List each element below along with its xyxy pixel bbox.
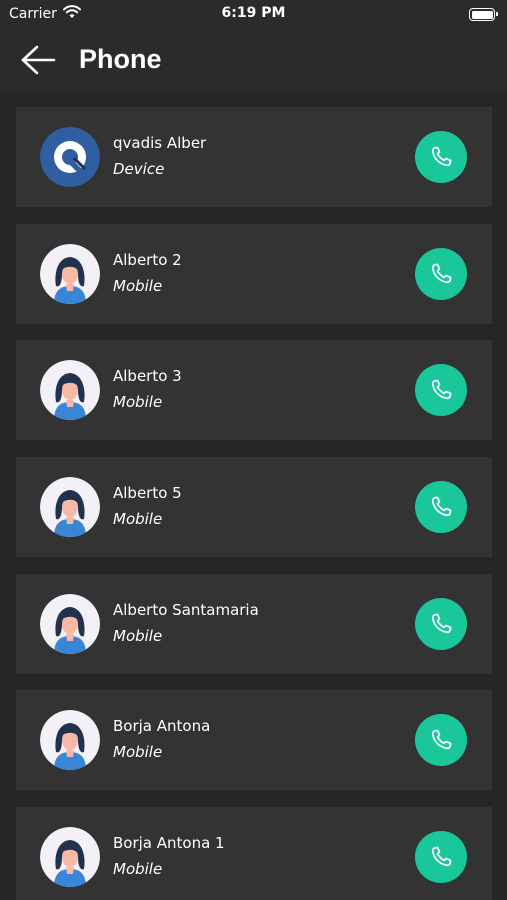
contact-text: Alberto 3 Mobile xyxy=(113,366,182,412)
contact-row[interactable]: Alberto Santamaria Mobile xyxy=(16,574,492,674)
contact-name: Alberto 2 xyxy=(113,251,182,269)
call-button[interactable] xyxy=(415,598,467,650)
status-time: 6:19 PM xyxy=(221,5,286,21)
contact-name: Borja Antona xyxy=(113,717,211,735)
contact-row[interactable]: Borja Antona Mobile xyxy=(16,690,492,790)
contact-text: Borja Antona Mobile xyxy=(113,716,210,762)
app-header: Phone xyxy=(0,28,507,92)
contact-text: Borja Antona 1 Mobile xyxy=(113,833,225,879)
phone-icon xyxy=(428,261,454,287)
call-button[interactable] xyxy=(415,831,467,883)
phone-icon xyxy=(428,377,454,403)
avatar xyxy=(40,360,100,420)
contact-row[interactable]: Alberto 3 Mobile xyxy=(16,340,492,440)
contact-type: Device xyxy=(113,160,165,178)
contact-row[interactable]: Borja Antona 1 Mobile xyxy=(16,807,492,900)
call-button[interactable] xyxy=(415,481,467,533)
contact-type: Mobile xyxy=(113,277,163,295)
call-button[interactable] xyxy=(415,364,467,416)
phone-icon xyxy=(428,727,454,753)
phone-icon xyxy=(428,611,454,637)
contact-row[interactable]: Alberto 2 Mobile xyxy=(16,224,492,324)
phone-icon xyxy=(428,844,454,870)
call-button[interactable] xyxy=(415,714,467,766)
contact-name: Alberto 5 xyxy=(113,484,182,502)
avatar xyxy=(40,477,100,537)
contact-type: Mobile xyxy=(113,743,163,761)
contact-name: qvadis Alber xyxy=(113,134,207,152)
avatar xyxy=(40,244,100,304)
qvadis-logo-icon xyxy=(40,127,100,187)
avatar xyxy=(40,710,100,770)
page-title: Phone xyxy=(79,44,162,74)
contact-name: Borja Antona 1 xyxy=(113,834,225,852)
call-button[interactable] xyxy=(415,248,467,300)
contact-row[interactable]: qvadis Alber Device xyxy=(16,107,492,207)
battery-icon xyxy=(469,8,498,21)
call-button[interactable] xyxy=(415,131,467,183)
contact-text: Alberto 2 Mobile xyxy=(113,250,182,296)
contact-row[interactable]: Alberto 5 Mobile xyxy=(16,457,492,557)
contact-list[interactable]: qvadis Alber Device Alberto 2 Mobile Alberto… xyxy=(0,92,507,900)
phone-icon xyxy=(428,494,454,520)
contact-type: Mobile xyxy=(113,860,163,878)
contact-type: Mobile xyxy=(113,393,163,411)
contact-name: Alberto 3 xyxy=(113,367,182,385)
contact-text: Alberto Santamaria Mobile xyxy=(113,600,259,646)
contact-type: Mobile xyxy=(113,510,163,528)
contact-text: Alberto 5 Mobile xyxy=(113,483,182,529)
phone-icon xyxy=(428,144,454,170)
back-button[interactable] xyxy=(14,40,62,80)
avatar xyxy=(40,827,100,887)
avatar xyxy=(40,594,100,654)
back-arrow-icon xyxy=(21,45,56,75)
contact-text: qvadis Alber Device xyxy=(113,133,206,179)
contact-name: Alberto Santamaria xyxy=(113,601,259,619)
status-bar: Carrier 6:19 PM xyxy=(0,0,507,28)
contact-type: Mobile xyxy=(113,627,163,645)
